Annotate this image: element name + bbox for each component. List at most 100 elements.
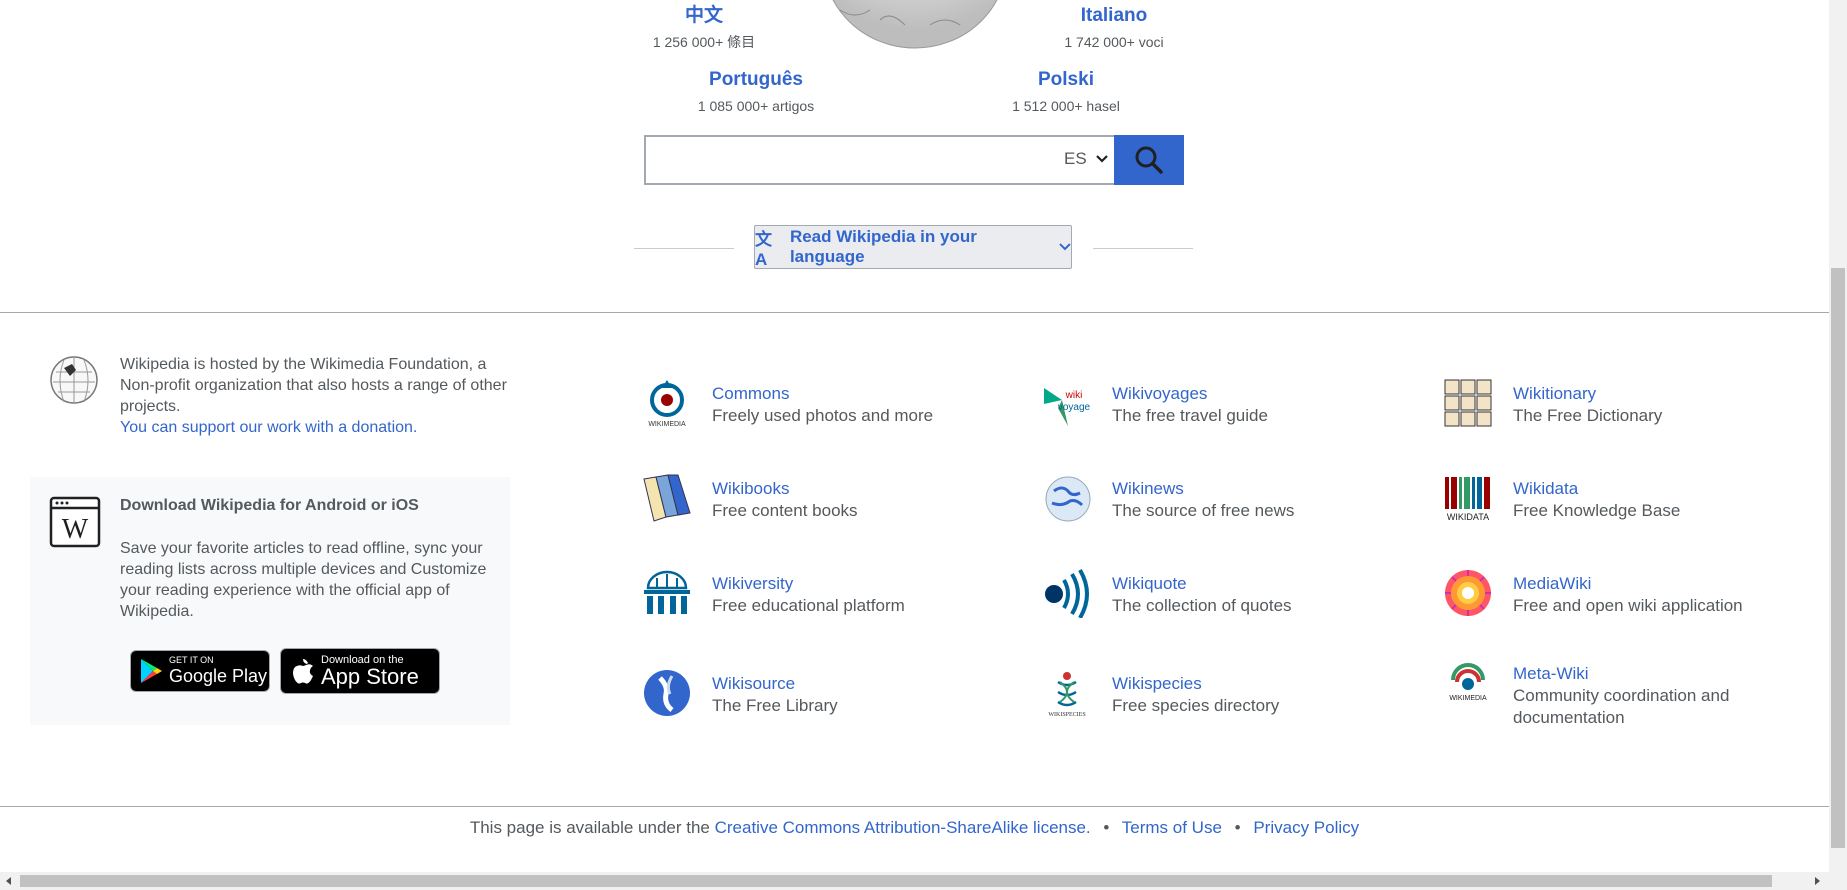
scroll-right-icon[interactable] — [1812, 876, 1822, 886]
svg-text:WIKIDATA: WIKIDATA — [1447, 512, 1489, 522]
search-language-select[interactable]: ES — [1064, 149, 1109, 169]
translate-icon: 文A — [755, 229, 772, 269]
project-name[interactable]: Wikibooks — [712, 478, 789, 500]
read-in-language-button[interactable]: 文A Read Wikipedia in your language — [754, 225, 1072, 269]
project-name[interactable]: Wikisource — [712, 673, 795, 695]
project-name[interactable]: Wikivoyages — [1112, 383, 1207, 405]
wikinews-logo-icon — [1045, 476, 1091, 522]
hosted-description: Wikipedia is hosted by the Wikimedia Fou… — [120, 356, 507, 415]
mediawiki-logo-icon — [1445, 570, 1491, 616]
language-name[interactable]: Português — [646, 68, 866, 92]
project-wikidata[interactable]: WIKIDATA Wikidata Free Knowledge Base — [1443, 467, 1823, 527]
project-wikiquote[interactable]: Wikiquote The collection of quotes — [1042, 562, 1422, 622]
google-play-small: GET IT ON — [169, 655, 214, 665]
chevron-down-icon — [1096, 155, 1109, 163]
search-field-wrapper: ES — [644, 135, 1114, 185]
google-play-big: Google Play — [169, 666, 268, 686]
svg-text:wiki: wiki — [1065, 390, 1083, 401]
google-play-icon — [141, 659, 162, 683]
horizontal-scrollbar[interactable] — [0, 872, 1847, 890]
project-wikivoyage[interactable]: wiki voyage Wikivoyages The free travel … — [1042, 372, 1422, 432]
search-form: ES — [644, 135, 1184, 185]
app-store-big: App Store — [321, 664, 419, 689]
app-store-badge[interactable]: Download on the App Store — [280, 648, 440, 694]
app-title: Download Wikipedia for Android or iOS — [120, 497, 419, 514]
svg-text:WIKIMEDIA: WIKIMEDIA — [648, 421, 686, 428]
wikiquote-logo-icon — [1045, 568, 1089, 618]
project-wikinews[interactable]: Wikinews The source of free news — [1042, 467, 1422, 527]
wikisource-logo-icon — [644, 670, 690, 716]
project-meta-wiki[interactable]: WIKIMEDIA Meta-Wiki Community coordinati… — [1443, 652, 1823, 727]
project-desc: Free Knowledge Base — [1513, 501, 1681, 520]
language-link-pl[interactable]: Polski 1 512 000+ hasel — [956, 68, 1176, 116]
project-name[interactable]: Meta-Wiki — [1513, 663, 1589, 685]
search-language-code: ES — [1064, 149, 1087, 168]
svg-text:WIKIMEDIA: WIKIMEDIA — [1449, 695, 1487, 702]
apple-icon — [293, 659, 313, 684]
project-desc: Free species directory — [1112, 696, 1280, 715]
license-link[interactable]: Creative Commons Attribution-ShareAlike … — [715, 818, 1091, 837]
project-name[interactable]: Wikiquote — [1112, 573, 1187, 595]
search-button[interactable] — [1114, 135, 1184, 185]
horizontal-scrollbar-thumb[interactable] — [20, 875, 1772, 887]
project-mediawiki[interactable]: MediaWiki Free and open wiki application — [1443, 562, 1823, 622]
read-in-language-label: Read Wikipedia in your language — [789, 227, 977, 266]
project-desc: The Free Library — [712, 696, 838, 715]
search-icon — [1135, 146, 1163, 174]
project-desc: Community coordination and documentation — [1513, 686, 1730, 727]
language-name[interactable]: 中文 — [594, 4, 814, 28]
project-desc: Free content books — [712, 501, 858, 520]
chevron-down-icon — [1059, 243, 1071, 251]
svg-text:voyage: voyage — [1058, 402, 1091, 413]
wikivoyage-logo-icon: wiki voyage — [1044, 388, 1091, 426]
project-desc: The free travel guide — [1112, 406, 1268, 425]
app-download-box: W Download Wikipedia for Android or iOS … — [30, 477, 510, 725]
language-name[interactable]: Polski — [956, 68, 1176, 92]
vertical-scrollbar[interactable] — [1829, 0, 1847, 872]
project-name[interactable]: Wikispecies — [1112, 673, 1202, 695]
project-name[interactable]: Wikiversity — [712, 573, 793, 595]
vertical-scrollbar-thumb[interactable] — [1831, 268, 1845, 848]
separator-dot: • — [1103, 818, 1110, 837]
language-count: 1 512 000+ hasel — [1012, 98, 1120, 114]
project-name[interactable]: Commons — [712, 383, 789, 405]
language-name[interactable]: Italiano — [1004, 4, 1224, 28]
language-link-it[interactable]: Italiano 1 742 000+ voci — [1004, 4, 1224, 52]
project-wiktionary[interactable]: Wikitionary The Free Dictionary — [1443, 372, 1823, 432]
app-description: Save your favorite articles to read offl… — [120, 540, 487, 620]
project-name[interactable]: MediaWiki — [1513, 573, 1591, 595]
project-commons[interactable]: WIKIMEDIA Commons Freely used photos and… — [642, 372, 1022, 432]
search-input[interactable] — [646, 137, 1070, 183]
footer: This page is available under the Creativ… — [0, 818, 1829, 838]
project-wikispecies[interactable]: WIKISPECIES Wikispecies Free species dir… — [1042, 662, 1422, 722]
scroll-left-icon[interactable] — [4, 876, 14, 886]
divider-left — [634, 248, 734, 249]
project-desc: Free and open wiki application — [1513, 596, 1743, 615]
separator-dot: • — [1234, 818, 1241, 837]
terms-link[interactable]: Terms of Use — [1122, 818, 1222, 837]
donation-link[interactable]: You can support our work with a donation… — [120, 419, 417, 436]
project-name[interactable]: Wikitionary — [1513, 383, 1596, 405]
language-link-pt[interactable]: Português 1 085 000+ artigos — [646, 68, 866, 116]
project-wikibooks[interactable]: Wikibooks Free content books — [642, 467, 1022, 527]
section-divider — [0, 312, 1829, 313]
wikimedia-globe-icon — [50, 356, 98, 404]
wikipedia-globe-logo — [832, 0, 998, 49]
project-desc: The collection of quotes — [1112, 596, 1292, 615]
project-name[interactable]: Wikinews — [1112, 478, 1184, 500]
project-desc: Freely used photos and more — [712, 406, 934, 425]
footer-divider — [0, 806, 1829, 807]
language-count: 1 742 000+ voci — [1064, 34, 1164, 50]
wikibooks-logo-icon — [643, 474, 691, 522]
project-wikisource[interactable]: Wikisource The Free Library — [642, 662, 1022, 722]
google-play-badge[interactable]: GET IT ON Google Play — [130, 650, 270, 692]
meta-wiki-logo-icon: WIKIMEDIA — [1449, 663, 1487, 702]
divider-right — [1093, 248, 1193, 249]
wikipedia-app-icon: W — [49, 496, 101, 548]
wikidata-logo-icon: WIKIDATA — [1445, 477, 1490, 522]
language-link-zh[interactable]: 中文 1 256 000+ 條目 — [594, 4, 814, 52]
project-wikiversity[interactable]: Wikiversity Free educational platform — [642, 562, 1022, 622]
privacy-link[interactable]: Privacy Policy — [1253, 818, 1359, 837]
project-desc: The source of free news — [1112, 501, 1295, 520]
project-name[interactable]: Wikidata — [1513, 478, 1578, 500]
